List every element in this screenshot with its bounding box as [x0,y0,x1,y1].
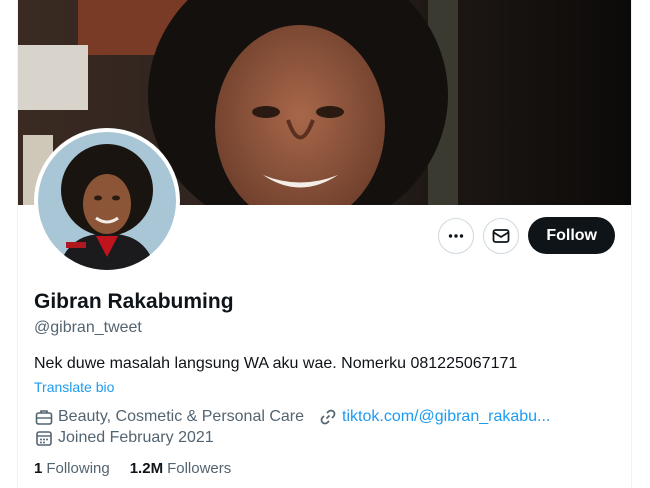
message-button[interactable] [483,217,520,254]
followers-count: 1.2M [129,460,164,477]
profile-actions: Follow [438,217,615,254]
following-link[interactable]: 1 Following [34,460,110,477]
briefcase-icon [34,407,53,426]
profile-counts: 1 Following 1.2M Followers [34,460,231,477]
followers-label: Followers [167,460,232,477]
profile-website-link[interactable]: tiktok.com/@gibran_rakabu... [342,408,550,426]
profile-avatar[interactable] [34,128,180,274]
profile-bio: Nek duwe masalah langsung WA aku wae. No… [34,355,518,372]
profile-page: Follow Gibran Rakabuming @gibran_tweet N… [17,0,632,488]
calendar-icon [34,428,53,447]
avatar-photo [38,132,176,270]
followers-link[interactable]: 1.2M Followers [130,460,232,477]
more-button[interactable] [438,217,475,254]
more-icon [449,233,464,238]
profile-name: Gibran Rakabuming [34,290,234,313]
profile-category: Beauty, Cosmetic & Personal Care [58,407,305,425]
envelope-icon [492,228,510,243]
translate-bio-link[interactable]: Translate bio [34,379,114,395]
profile-handle: @gibran_tweet [34,319,142,336]
profile-meta-row: Beauty, Cosmetic & Personal Care tiktok.… [34,407,550,426]
profile-joined-date: Joined February 2021 [58,428,214,446]
following-count: 1 [34,460,43,477]
profile-joined-row: Joined February 2021 [34,428,214,447]
link-icon [318,407,337,426]
follow-button[interactable]: Follow [528,217,615,254]
following-label: Following [46,460,110,477]
